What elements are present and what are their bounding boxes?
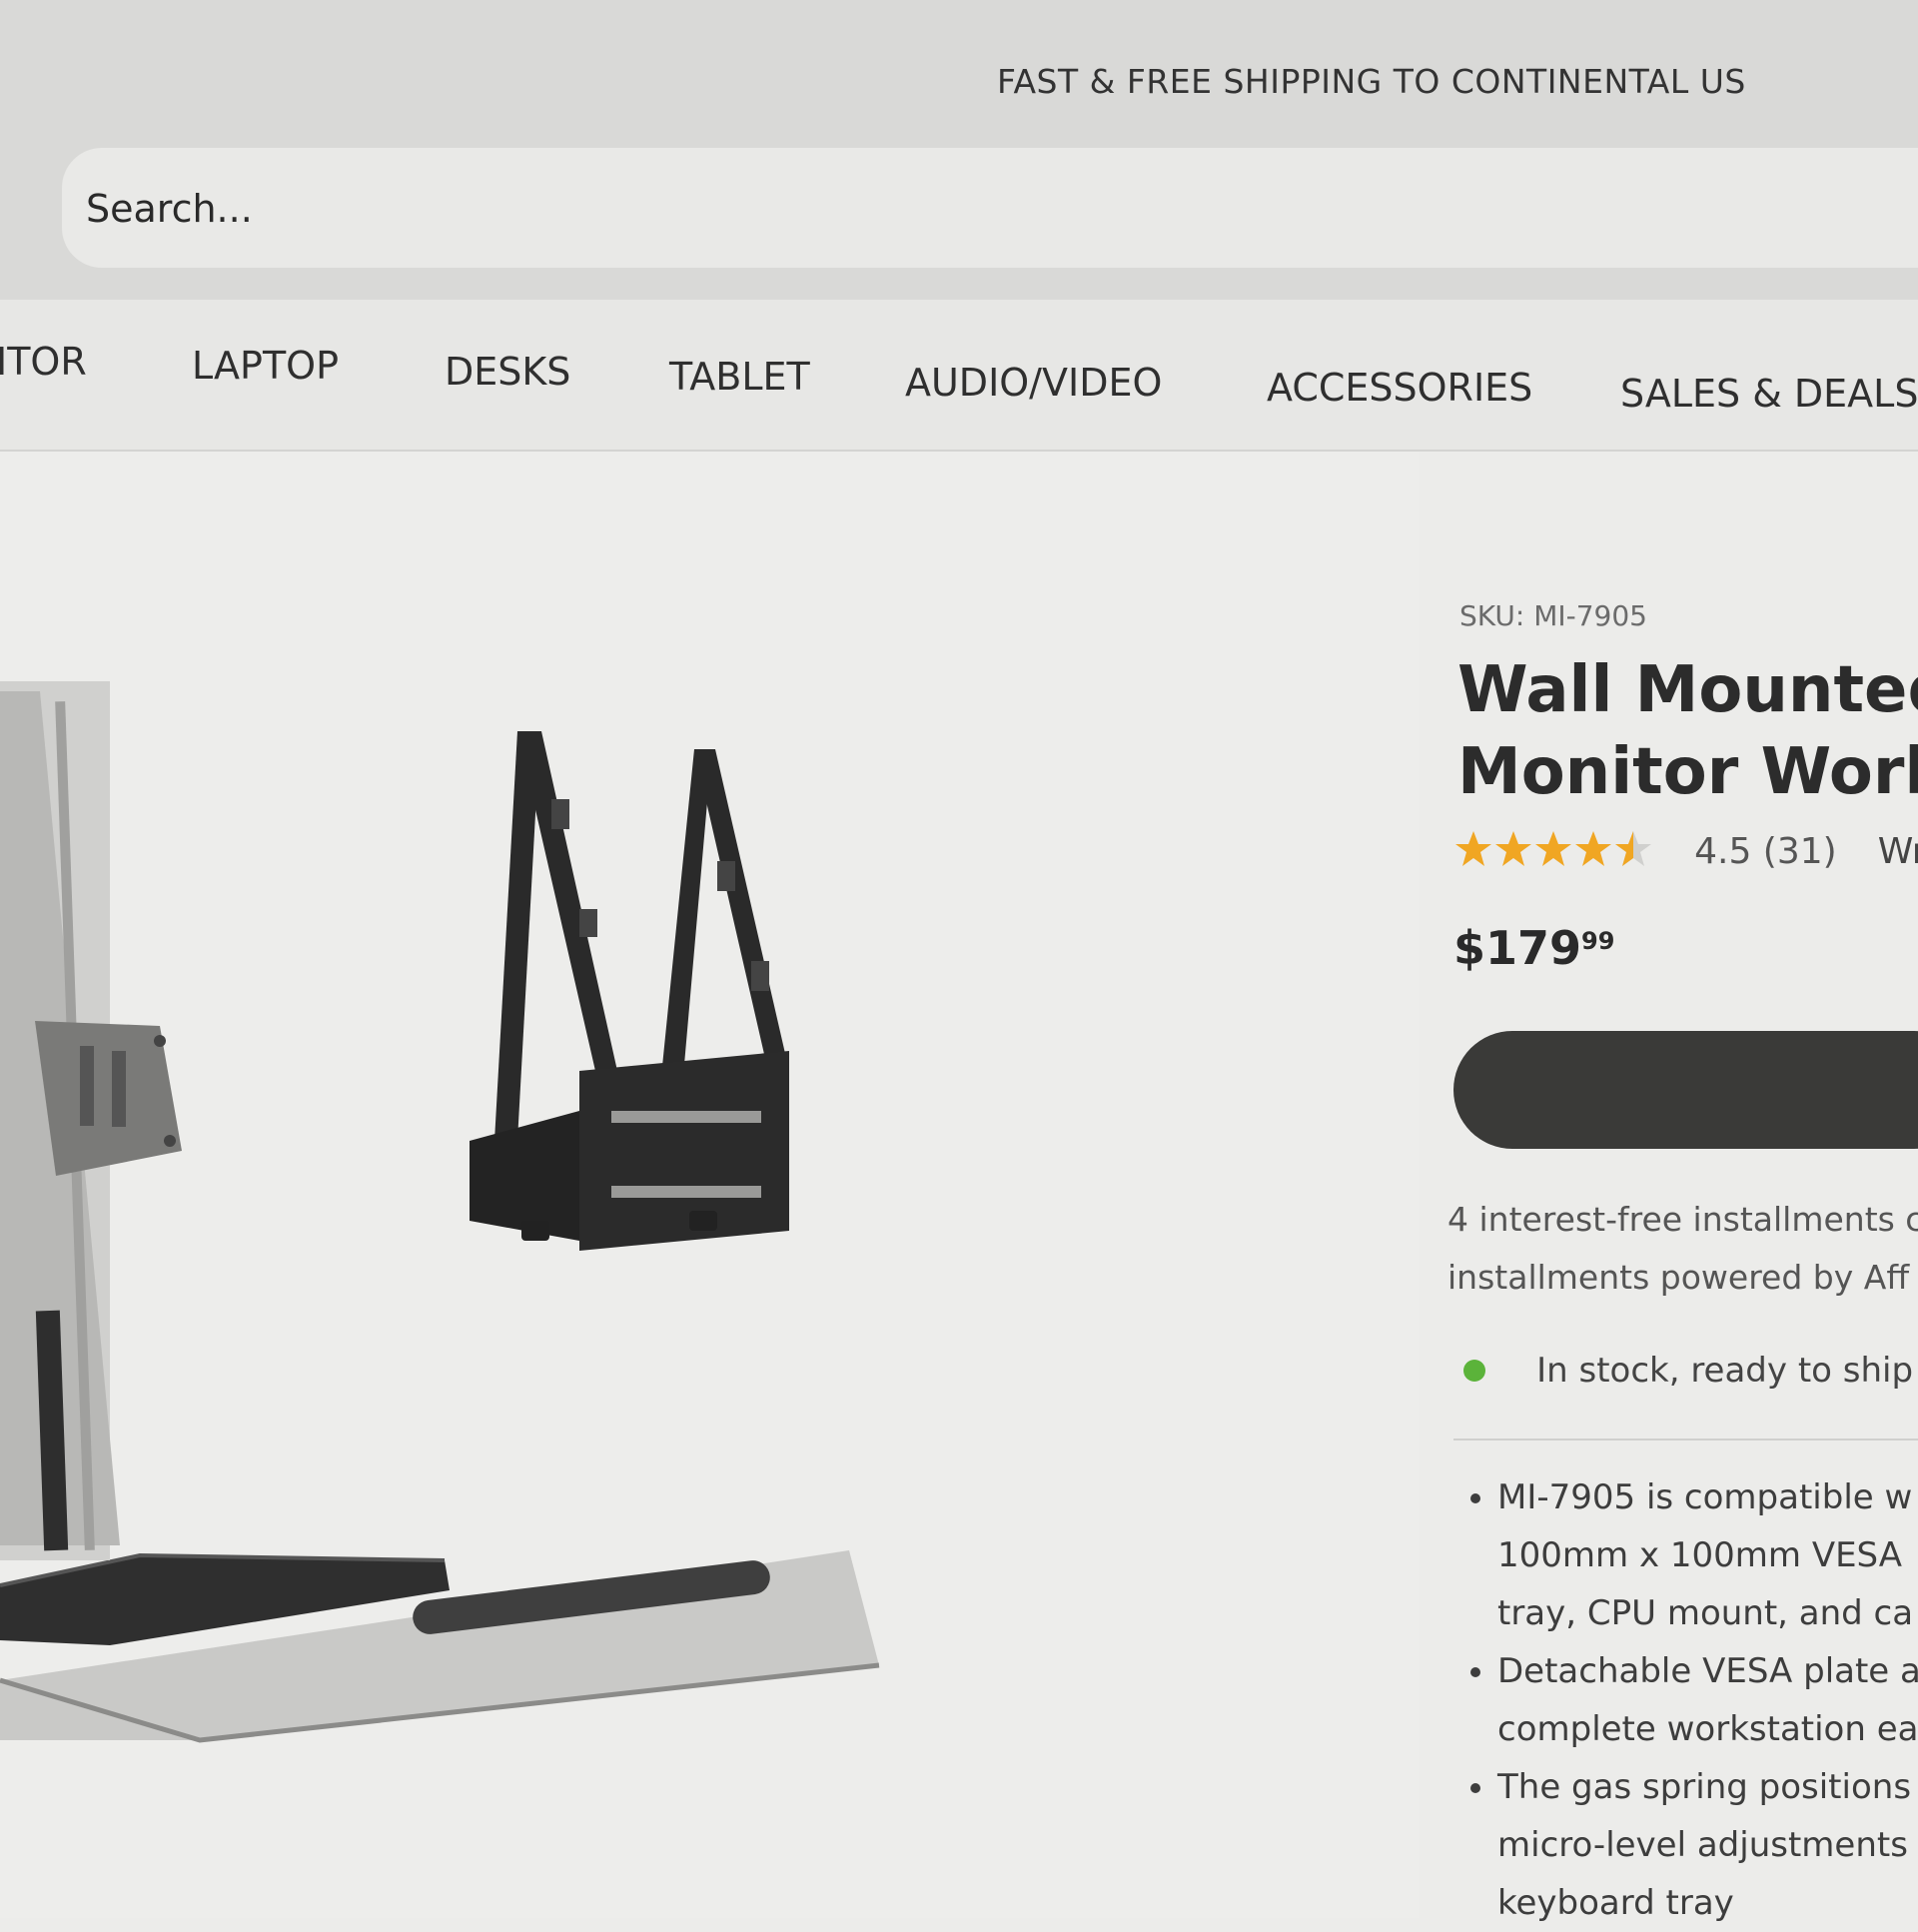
feature-item: Detachable VESA plate a complete worksta… — [1497, 1642, 1918, 1758]
cpu-holder — [470, 731, 789, 1251]
product-sku: SKU: MI-7905 — [1459, 599, 1647, 632]
top-header: FAST & FREE SHIPPING TO CONTINENTAL US — [0, 0, 1918, 300]
nav-item-monitor[interactable]: ITOR — [0, 340, 87, 384]
product-title-line1: Wall Mounted — [1457, 653, 1918, 727]
in-stock-dot-icon — [1463, 1360, 1485, 1382]
nav-item-tablet[interactable]: TABLET — [669, 355, 810, 399]
product-title: Wall Mounted Monitor Works — [1457, 649, 1918, 813]
star-rating-icon — [1455, 831, 1651, 866]
search-input[interactable] — [84, 148, 987, 270]
rating-count: 4.5 (31) — [1694, 830, 1837, 872]
installments-line2: installments powered by Aff — [1447, 1258, 1910, 1297]
nav-item-laptop[interactable]: LAPTOP — [192, 344, 339, 388]
feature-item: MI-7905 is compatible w 100mm x 100mm VE… — [1497, 1468, 1918, 1642]
nav-item-desks[interactable]: DESKS — [445, 350, 570, 394]
installments-line1: 4 interest-free installments c — [1447, 1200, 1918, 1239]
category-nav: ITOR LAPTOP DESKS TABLET AUDIO/VIDEO ACC… — [0, 300, 1918, 452]
installments-info: 4 interest-free installments c installme… — [1447, 1191, 1918, 1307]
feature-list: MI-7905 is compatible w 100mm x 100mm VE… — [1438, 1468, 1918, 1932]
add-to-cart-button[interactable] — [1453, 1031, 1918, 1149]
nav-item-accessories[interactable]: ACCESSORIES — [1267, 366, 1532, 410]
nav-item-audio-video[interactable]: AUDIO/VIDEO — [905, 361, 1162, 405]
stock-status-text: In stock, ready to ship — [1536, 1351, 1914, 1391]
price-dollars: $179 — [1453, 921, 1582, 975]
stock-status: In stock, ready to ship — [1463, 1351, 1913, 1391]
feature-item: The gas spring positions micro-level adj… — [1497, 1758, 1918, 1932]
shipping-announcement: FAST & FREE SHIPPING TO CONTINENTAL US — [997, 62, 1746, 101]
product-image — [0, 681, 880, 1743]
rating-row: 4.5 (31) Wri — [1453, 829, 1918, 873]
price-cents: 99 — [1581, 927, 1615, 955]
product-price: $17999 — [1453, 921, 1614, 975]
write-review-link[interactable]: Wri — [1878, 831, 1918, 872]
product-title-line2: Monitor Works — [1457, 735, 1918, 809]
product-image-area — [0, 452, 1419, 1918]
star-rating — [1453, 829, 1653, 873]
search-bar[interactable] — [62, 148, 1918, 270]
nav-item-sales-deals[interactable]: SALES & DEALS — [1620, 372, 1918, 416]
divider — [1453, 1439, 1918, 1441]
